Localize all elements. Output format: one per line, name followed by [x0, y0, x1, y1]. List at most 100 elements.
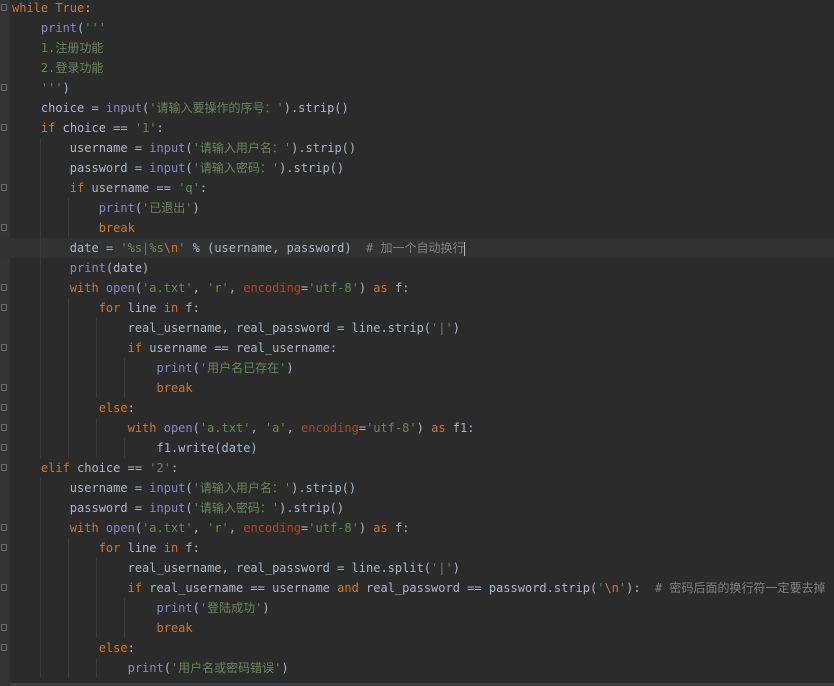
code-token: if — [127, 341, 150, 355]
fold-marker-icon[interactable] — [1, 544, 7, 551]
code-line[interactable]: password = input('请输入密码：').strip() — [0, 158, 834, 178]
code-token: ( — [185, 141, 193, 155]
fold-marker-icon[interactable] — [1, 304, 7, 311]
code-line[interactable]: with open('a.txt', 'a', encoding='utf-8'… — [0, 418, 834, 438]
code-token: f1: — [452, 421, 475, 435]
code-line[interactable]: real_username, real_password = line.spli… — [0, 558, 834, 578]
fold-marker-icon[interactable] — [1, 644, 7, 651]
code-line[interactable]: break — [0, 378, 834, 398]
code-token: ) — [262, 601, 270, 615]
code-line[interactable]: 2.登录功能 — [0, 58, 834, 78]
fold-marker-icon[interactable] — [1, 224, 7, 231]
code-token: f: — [185, 541, 200, 555]
code-token: input — [149, 161, 186, 175]
code-token: (date) — [105, 261, 150, 275]
code-line[interactable]: else: — [0, 398, 834, 418]
code-line[interactable]: with open('a.txt', 'r', encoding='utf-8'… — [0, 518, 834, 538]
code-editor[interactable]: while True: print(''' 1.注册功能 2.登录功能 ''')… — [0, 0, 834, 686]
code-token: , — [228, 521, 244, 535]
code-line[interactable]: username = input('请输入用户名：').strip() — [0, 478, 834, 498]
code-token: 'utf-8' — [366, 421, 417, 435]
code-line[interactable]: else: — [0, 638, 834, 658]
code-token: real_username, real_password = line.stri… — [12, 321, 432, 335]
code-token: ( — [192, 361, 200, 375]
code-token: ).strip() — [283, 101, 349, 115]
code-line[interactable]: username = input('请输入用户名：').strip() — [0, 138, 834, 158]
code-token: username == real_username: — [149, 341, 338, 355]
code-token: ).strip() — [279, 161, 345, 175]
fold-marker-icon[interactable] — [1, 464, 7, 471]
code-line[interactable]: print(date) — [0, 258, 834, 278]
code-token: encoding — [301, 421, 359, 435]
code-text: while True: — [12, 0, 92, 18]
code-token: 'r' — [207, 281, 229, 295]
fold-marker-icon[interactable] — [1, 624, 7, 631]
code-line[interactable]: elif choice == '2': — [0, 458, 834, 478]
code-line[interactable]: print('用户名已存在') — [0, 358, 834, 378]
code-text: if real_username == username and real_pa… — [12, 578, 826, 598]
code-line[interactable]: ''') — [0, 78, 834, 98]
code-line[interactable]: choice = input('请输入要操作的序号：').strip() — [0, 98, 834, 118]
code-line[interactable]: break — [0, 618, 834, 638]
code-line[interactable]: if real_username == username and real_pa… — [0, 578, 834, 598]
fold-marker-icon[interactable] — [1, 84, 7, 91]
code-line[interactable]: break — [0, 218, 834, 238]
fold-marker-icon[interactable] — [1, 404, 7, 411]
code-line[interactable]: while True: — [0, 0, 834, 18]
fold-marker-icon[interactable] — [1, 4, 7, 11]
code-text: break — [12, 218, 135, 238]
code-line[interactable]: 1.注册功能 — [0, 38, 834, 58]
code-text: break — [12, 618, 193, 638]
code-line[interactable]: if username == 'q': — [0, 178, 834, 198]
code-line[interactable]: date = '%s|%s\n' % (username, password) … — [0, 238, 834, 258]
code-token: else — [98, 401, 128, 415]
fold-marker-icon[interactable] — [1, 184, 7, 191]
code-token: : — [127, 401, 135, 415]
code-token: open — [105, 281, 135, 295]
code-line[interactable]: f1.write(date) — [0, 438, 834, 458]
fold-marker-icon[interactable] — [1, 584, 7, 591]
code-token: with — [69, 521, 106, 535]
code-token: password = — [12, 501, 150, 515]
fold-marker-icon[interactable] — [1, 384, 7, 391]
code-line[interactable]: print('登陆成功') — [0, 598, 834, 618]
code-line[interactable]: for line in f: — [0, 538, 834, 558]
fold-marker-icon[interactable] — [1, 524, 7, 531]
code-line[interactable]: print(''' — [0, 18, 834, 38]
code-line[interactable]: for line in f: — [0, 298, 834, 318]
code-token: = — [358, 421, 367, 435]
code-token: if — [40, 121, 63, 135]
code-text: real_username, real_password = line.stri… — [12, 318, 460, 338]
code-line[interactable]: print('已退出') — [0, 198, 834, 218]
code-token: input — [149, 141, 186, 155]
code-line[interactable]: print('用户名或密码错误') — [0, 658, 834, 678]
fold-marker-icon[interactable] — [1, 424, 7, 431]
fold-marker-icon[interactable] — [1, 284, 7, 291]
text-caret — [463, 241, 465, 256]
fold-marker-icon[interactable] — [1, 344, 7, 351]
code-token: choice == — [62, 121, 135, 135]
code-token: ) — [62, 81, 70, 95]
code-token: 1.注册功能 — [12, 41, 104, 55]
code-line[interactable]: password = input('请输入密码：').strip() — [0, 498, 834, 518]
code-line[interactable]: with open('a.txt', 'r', encoding='utf-8'… — [0, 278, 834, 298]
code-token: ): — [626, 581, 656, 595]
code-text: date = '%s|%s\n' % (username, password) … — [12, 238, 465, 258]
code-token: input — [105, 101, 143, 115]
code-line[interactable]: if choice == '1': — [0, 118, 834, 138]
fold-marker-icon[interactable] — [1, 124, 7, 131]
code-token: f1.write(date) — [12, 441, 258, 455]
code-token: for — [98, 301, 128, 315]
code-text: ''') — [12, 78, 70, 98]
fold-marker-icon[interactable] — [1, 444, 7, 451]
code-line[interactable]: if username == real_username: — [0, 338, 834, 358]
code-text: elif choice == '2': — [12, 458, 178, 478]
code-token: : — [84, 1, 92, 15]
code-line[interactable]: real_username, real_password = line.stri… — [0, 318, 834, 338]
code-text: if username == 'q': — [12, 178, 207, 198]
code-token: ) — [416, 421, 432, 435]
